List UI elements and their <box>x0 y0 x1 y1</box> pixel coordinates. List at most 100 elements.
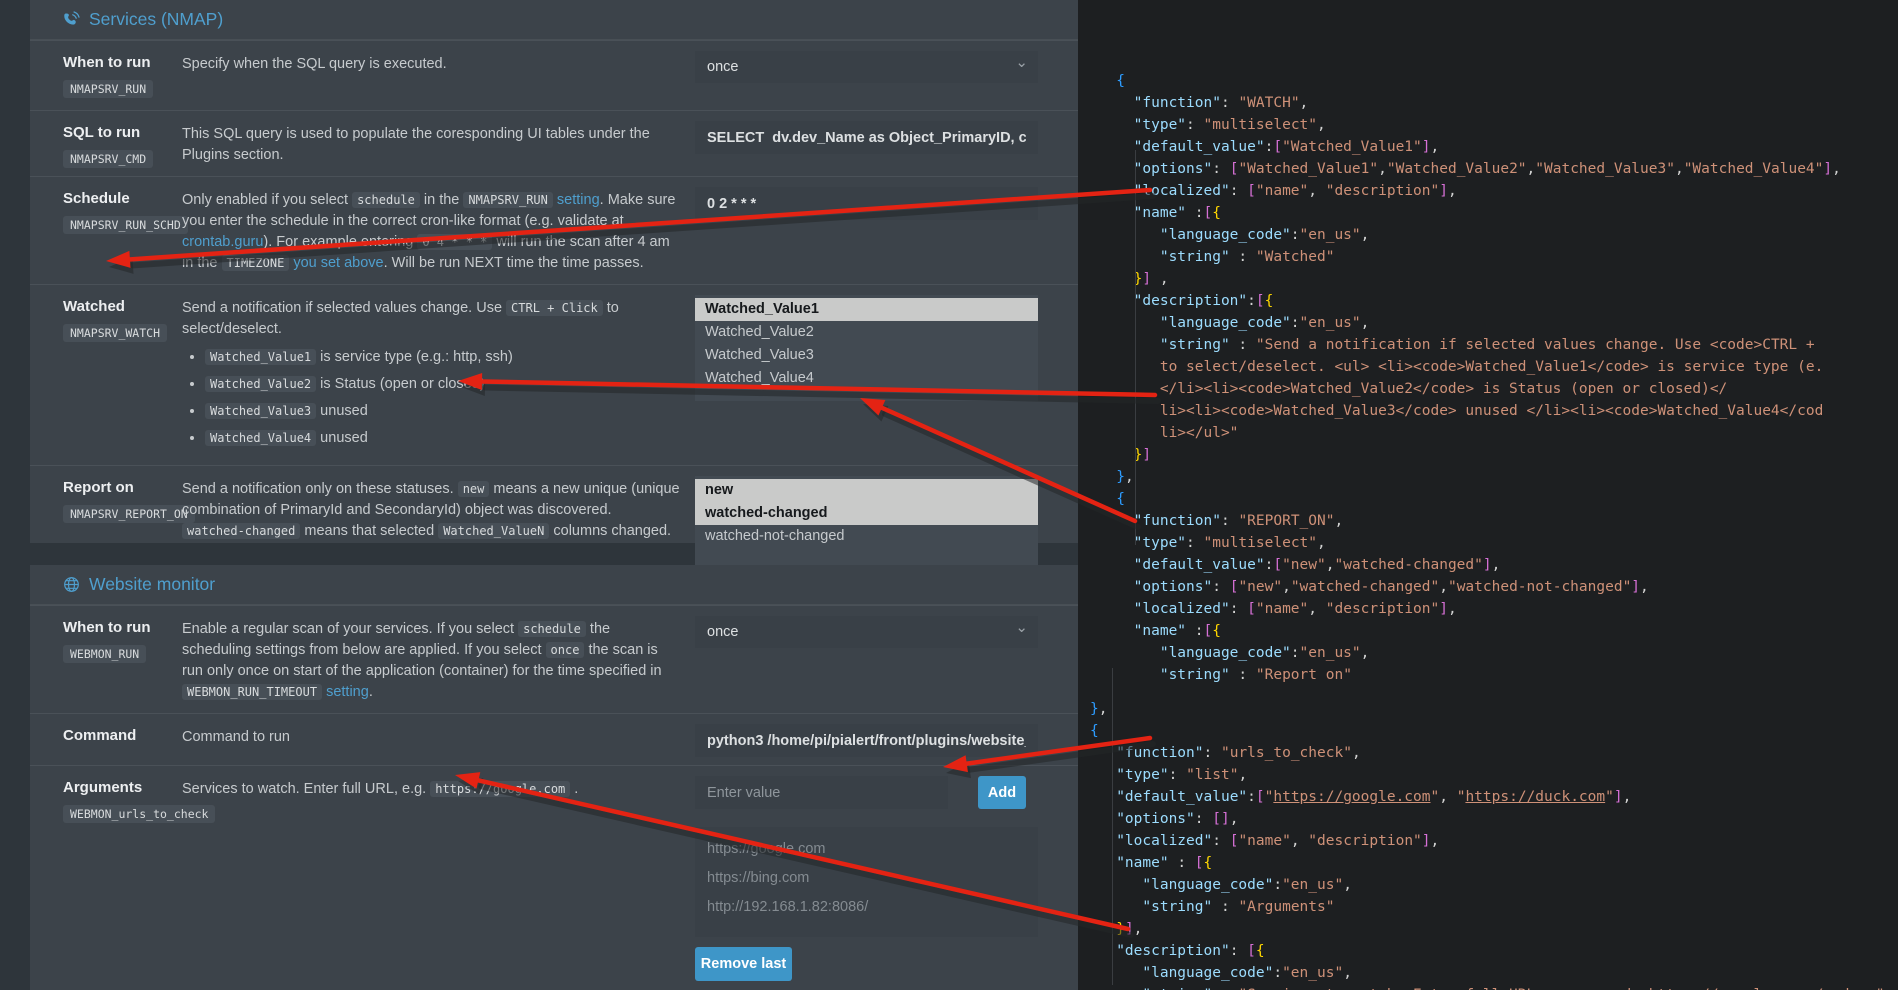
code-line: </li><li><code>Watched_Value2</code> is … <box>1090 378 1898 400</box>
setting-description: Specify when the SQL query is executed. <box>182 41 695 110</box>
code-line: }, <box>1090 698 1898 720</box>
multiselect-option[interactable]: watched-not-changed <box>695 525 1038 548</box>
inline-code: schedule <box>518 621 586 637</box>
setting-code-badge: NMAPSRV_CMD <box>63 150 153 168</box>
code-line: }] <box>1090 444 1898 466</box>
setting-row-webmon-urls: Arguments WEBMON_urls_to_check Services … <box>30 765 1078 990</box>
list-item: Watched_Value1 is service type (e.g.: ht… <box>205 347 680 368</box>
setting-description: Enable a regular scan of your services. … <box>182 606 695 713</box>
code-line: }], <box>1090 918 1898 940</box>
watched-values-list: Watched_Value1 is service type (e.g.: ht… <box>185 347 680 449</box>
code-line: "language_code":"en_us", <box>1090 312 1898 334</box>
nmapsrv-schedule-input[interactable] <box>695 187 1038 220</box>
code-line: "string" : "Report on" <box>1090 664 1898 686</box>
inline-link[interactable]: crontab.guru <box>182 234 263 250</box>
setting-row-nmapsrv-run: When to run NMAPSRV_RUN Specify when the… <box>30 40 1078 110</box>
setting-description: Command to run <box>182 714 695 765</box>
url-list[interactable]: https://google.comhttps://bing.comhttp:/… <box>695 827 1038 937</box>
description-text: Send a notification if selected values c… <box>182 298 680 340</box>
setting-code-badge: NMAPSRV_RUN <box>63 80 153 98</box>
inline-code: TIMEZONE <box>222 255 290 271</box>
multiselect-option[interactable]: Watched_Value1 <box>695 298 1038 321</box>
code-line: "options": [], <box>1090 808 1898 830</box>
website-monitor-panel: Website monitor When to run WEBMON_RUN E… <box>30 565 1078 990</box>
url-value-input[interactable] <box>695 776 948 809</box>
webmon-run-select[interactable]: once ⌄ <box>695 616 1038 648</box>
inline-link[interactable]: setting <box>557 192 600 208</box>
multiselect-option[interactable]: Watched_Value2 <box>695 321 1038 344</box>
url-list-entry[interactable]: https://google.com <box>707 835 1026 864</box>
code-line: "localized": ["name", "description"], <box>1090 830 1898 852</box>
code-line: "options": ["new","watched-changed","wat… <box>1090 576 1898 598</box>
setting-description: Services to watch. Enter full URL, e.g. … <box>182 766 695 990</box>
inline-code: 0 4 * * * <box>417 234 492 250</box>
services-nmap-panel: Services (NMAP) When to run NMAPSRV_RUN … <box>30 0 1078 543</box>
setting-description: This SQL query is used to populate the c… <box>182 111 695 176</box>
code-line: "string" : "Send a notification if selec… <box>1090 334 1898 356</box>
inline-code: Watched_ValueN <box>438 523 549 539</box>
globe-icon <box>63 576 80 593</box>
add-button[interactable]: Add <box>978 776 1026 809</box>
code-line: "name" :[{ <box>1090 620 1898 642</box>
setting-row-nmapsrv-cmd: SQL to run NMAPSRV_CMD This SQL query is… <box>30 110 1078 176</box>
code-line: "string" : "Services to watch. Enter ful… <box>1090 984 1898 990</box>
setting-label: Arguments <box>63 779 182 796</box>
inline-code: watched-changed <box>182 523 300 539</box>
inline-code: WEBMON_RUN_TIMEOUT <box>182 684 322 700</box>
code-line: li></ul>" <box>1090 422 1898 444</box>
multiselect-option[interactable]: Watched_Value3 <box>695 344 1038 367</box>
code-editor[interactable]: { "function": "WATCH", "type": "multisel… <box>1078 0 1898 990</box>
code-line: "options": ["Watched_Value1","Watched_Va… <box>1090 158 1898 180</box>
inline-code: schedule <box>352 192 420 208</box>
inline-link[interactable]: setting <box>326 684 369 700</box>
panel-header: Services (NMAP) <box>30 0 1078 40</box>
remove-last-button[interactable]: Remove last <box>695 947 792 981</box>
setting-row-nmapsrv-run-schd: Schedule NMAPSRV_RUN_SCHD Only enabled i… <box>30 176 1078 284</box>
panel-header: Website monitor <box>30 565 1078 605</box>
setting-description: Only enabled if you select schedule in t… <box>182 177 695 284</box>
code-line: "language_code":"en_us", <box>1090 874 1898 896</box>
chevron-down-icon: ⌄ <box>1015 53 1028 71</box>
multiselect-option[interactable]: Watched_Value4 <box>695 367 1038 390</box>
inline-code: Watched_Value2 <box>205 376 316 392</box>
inline-link[interactable]: you set above <box>293 255 383 271</box>
watched-multiselect[interactable]: Watched_Value1Watched_Value2Watched_Valu… <box>695 295 1038 401</box>
setting-row-webmon-run: When to run WEBMON_RUN Enable a regular … <box>30 605 1078 713</box>
list-item: Watched_Value2 is Status (open or closed… <box>205 374 680 395</box>
url-list-entry[interactable]: https://bing.com <box>707 864 1026 893</box>
code-line: { <box>1090 720 1898 742</box>
code-line: "default_value":["Watched_Value1"], <box>1090 136 1898 158</box>
inline-code: Watched_Value3 <box>205 403 316 419</box>
webmon-command-input[interactable] <box>695 724 1038 757</box>
code-line: { <box>1090 488 1898 510</box>
setting-row-nmapsrv-watch: Watched NMAPSRV_WATCH Send a notificatio… <box>30 284 1078 465</box>
code-line: "localized": ["name", "description"], <box>1090 180 1898 202</box>
code-line: "language_code":"en_us", <box>1090 642 1898 664</box>
list-item: Watched_Value4 unused <box>205 428 680 449</box>
panel-title: Services (NMAP) <box>89 9 223 30</box>
code-line: "language_code":"en_us", <box>1090 224 1898 246</box>
multiselect-option[interactable]: new <box>695 479 1038 502</box>
setting-code-badge: NMAPSRV_RUN_SCHD <box>63 216 188 234</box>
setting-label: Schedule <box>63 190 182 207</box>
code-line: "function": "WATCH", <box>1090 92 1898 114</box>
multiselect-option[interactable]: watched-changed <box>695 502 1038 525</box>
inline-code: once <box>546 642 585 658</box>
code-line: "description": [{ <box>1090 940 1898 962</box>
nmapsrv-cmd-input[interactable] <box>695 121 1038 154</box>
phone-volume-icon <box>63 11 80 28</box>
code-line: }] , <box>1090 268 1898 290</box>
inline-code: Watched_Value1 <box>205 349 316 365</box>
select-value: once <box>707 59 738 75</box>
code-line: "name" : [{ <box>1090 852 1898 874</box>
code-line: "type": "list", <box>1090 764 1898 786</box>
nmapsrv-run-select[interactable]: once ⌄ <box>695 51 1038 83</box>
url-list-entry[interactable]: http://192.168.1.82:8086/ <box>707 893 1026 922</box>
inline-code: NMAPSRV_RUN <box>463 192 552 208</box>
panel-title: Website monitor <box>89 574 215 595</box>
setting-code-badge: NMAPSRV_REPORT_ON <box>63 505 195 523</box>
code-line: "description":[{ <box>1090 290 1898 312</box>
chevron-down-icon: ⌄ <box>1015 618 1028 636</box>
code-line: "language_code":"en_us", <box>1090 962 1898 984</box>
setting-label: Watched <box>63 298 182 315</box>
